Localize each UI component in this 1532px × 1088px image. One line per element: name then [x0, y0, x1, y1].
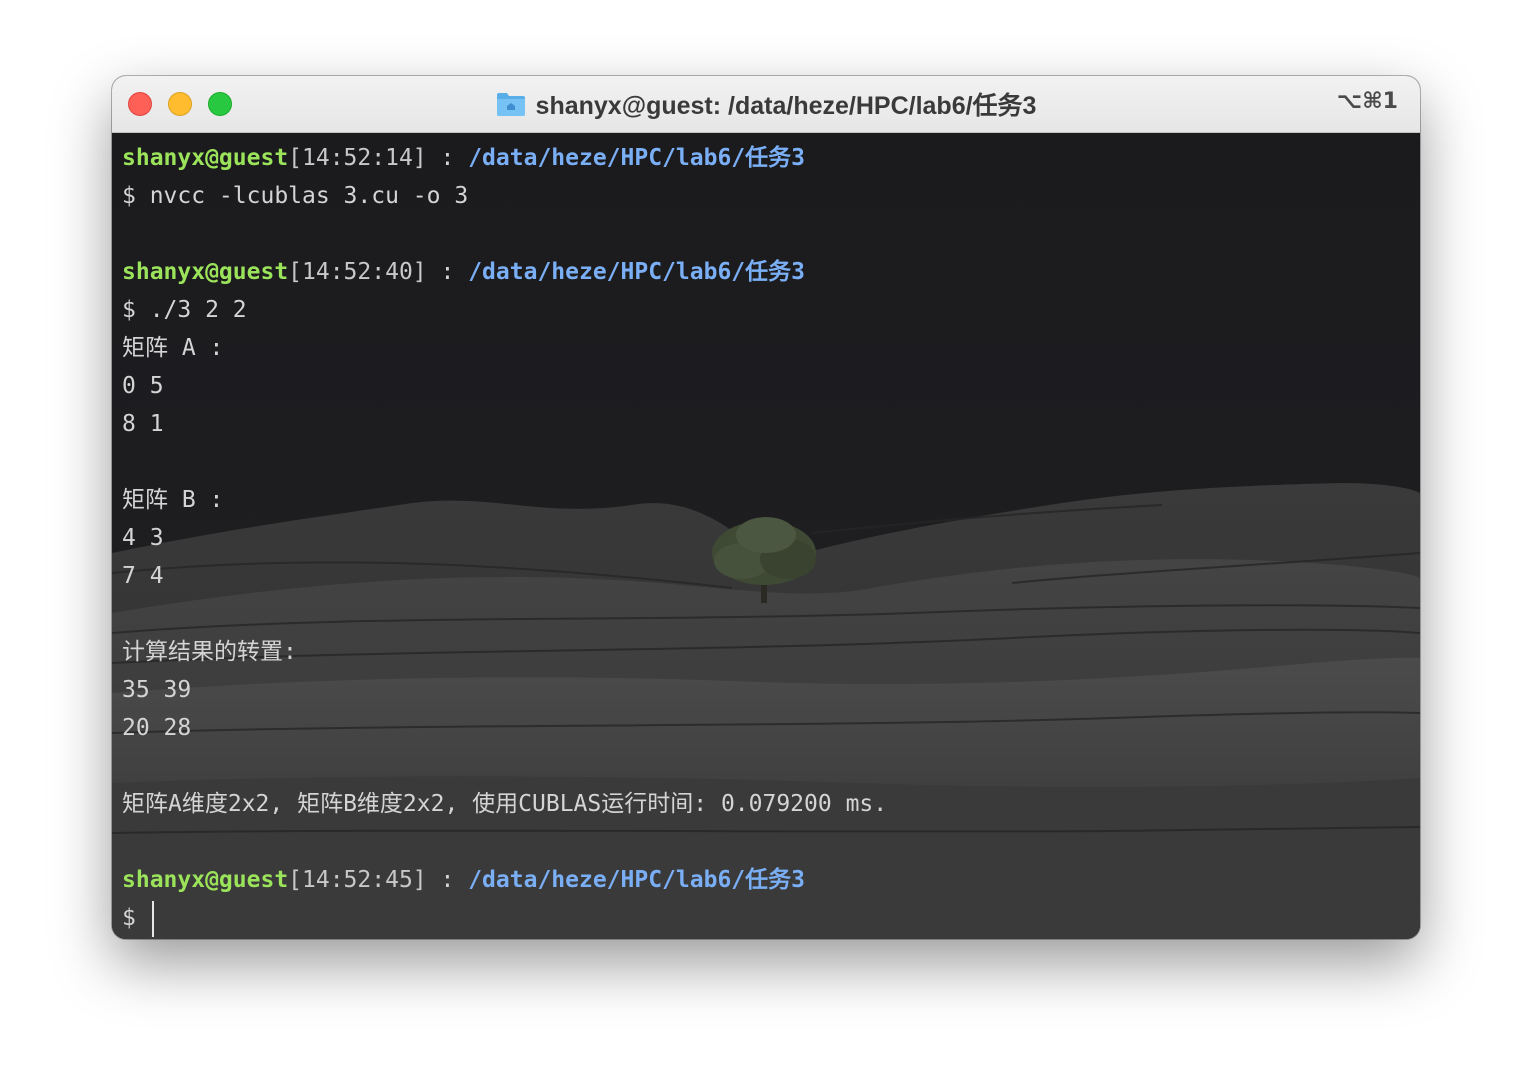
prompt-time: [14:52:14]	[288, 145, 427, 171]
window-title: shanyx@guest: /data/heze/HPC/lab6/任务3	[535, 92, 1037, 120]
prompt-separator: :	[426, 867, 469, 893]
command-line: $ ./3 2 2	[122, 297, 247, 323]
prompt-path: /data/heze/HPC/lab6/任务3	[468, 259, 805, 285]
prompt-separator: :	[426, 259, 469, 285]
folder-icon	[496, 93, 525, 116]
prompt-time: [14:52:45]	[288, 867, 427, 893]
command-line: $ nvcc -lcublas 3.cu -o 3	[122, 183, 469, 209]
title-bar[interactable]: shanyx@guest: /data/heze/HPC/lab6/任务3 ⌥⌘…	[112, 76, 1420, 133]
terminal-output: shanyx@guest[14:52:14] : /data/heze/HPC/…	[122, 139, 1420, 937]
terminal-window: shanyx@guest: /data/heze/HPC/lab6/任务3 ⌥⌘…	[112, 76, 1420, 939]
terminal-area[interactable]: shanyx@guest[14:52:14] : /data/heze/HPC/…	[112, 133, 1420, 939]
prompt-line: shanyx@guest[14:52:40] : /data/heze/HPC/…	[122, 253, 1420, 291]
input-line[interactable]: $	[122, 899, 1420, 937]
prompt-user: shanyx@guest	[122, 867, 289, 893]
window-title-area: shanyx@guest: /data/heze/HPC/lab6/任务3	[112, 76, 1420, 132]
output-line: 0 5	[122, 373, 164, 399]
output-line: 矩阵 A :	[122, 335, 224, 361]
prompt-line: shanyx@guest[14:52:14] : /data/heze/HPC/…	[122, 139, 1420, 177]
input-prompt: $	[122, 905, 150, 931]
output-line: 4 3	[122, 525, 164, 551]
output-line: 7 4	[122, 563, 164, 589]
window-shortcut: ⌥⌘1	[1336, 89, 1398, 114]
prompt-user: shanyx@guest	[122, 145, 289, 171]
text-cursor	[151, 900, 154, 937]
prompt-separator: :	[426, 145, 469, 171]
prompt-path: /data/heze/HPC/lab6/任务3	[468, 145, 805, 171]
output-line: 20 28	[122, 715, 192, 741]
prompt-path: /data/heze/HPC/lab6/任务3	[468, 867, 805, 893]
output-line: 35 39	[122, 677, 192, 703]
output-line: 矩阵 B :	[122, 487, 224, 513]
prompt-time: [14:52:40]	[288, 259, 427, 285]
output-line: 计算结果的转置:	[122, 639, 297, 665]
prompt-line: shanyx@guest[14:52:45] : /data/heze/HPC/…	[122, 861, 1420, 899]
prompt-user: shanyx@guest	[122, 259, 289, 285]
output-line: 矩阵A维度2x2, 矩阵B维度2x2, 使用CUBLAS运行时间: 0.0792…	[122, 791, 888, 817]
output-line: 8 1	[122, 411, 164, 437]
